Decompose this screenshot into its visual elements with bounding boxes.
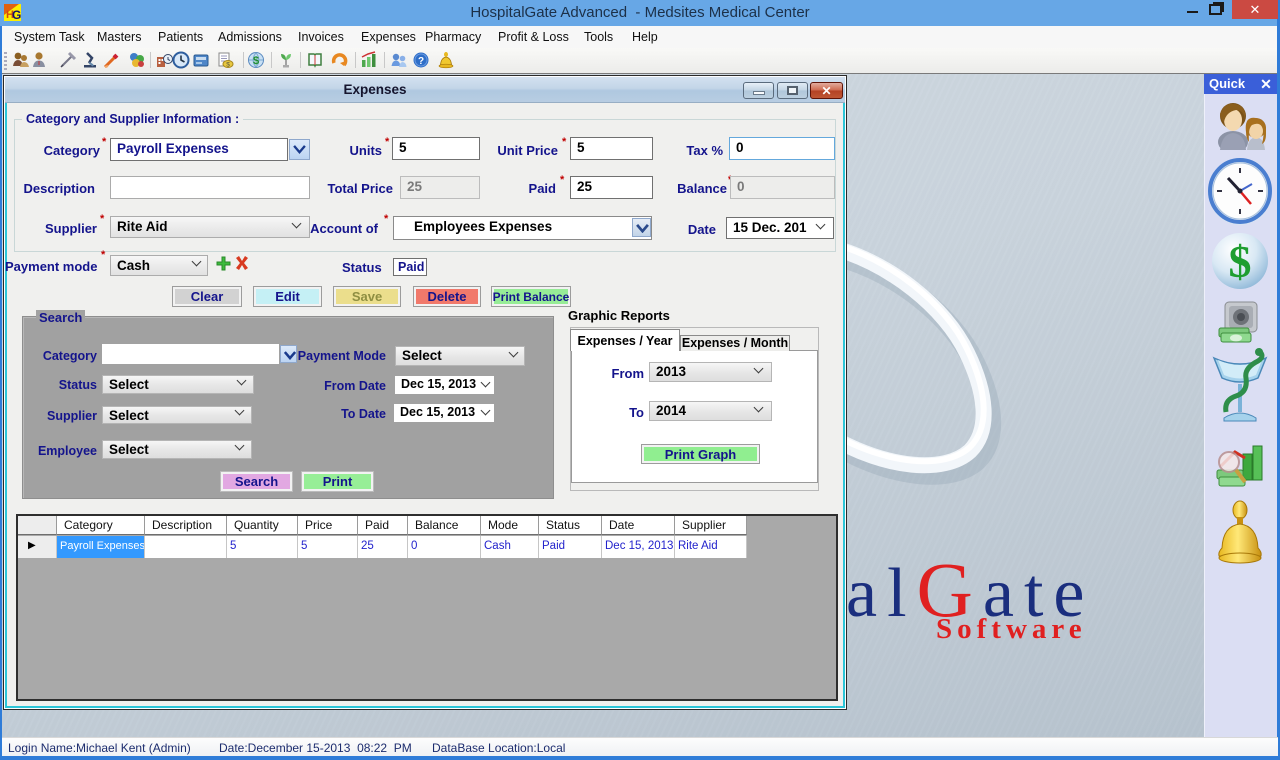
svg-text:$: $ <box>1229 236 1252 287</box>
svg-text:$: $ <box>253 55 259 67</box>
svg-text:$: $ <box>226 62 230 69</box>
svg-text:?: ? <box>418 56 424 67</box>
